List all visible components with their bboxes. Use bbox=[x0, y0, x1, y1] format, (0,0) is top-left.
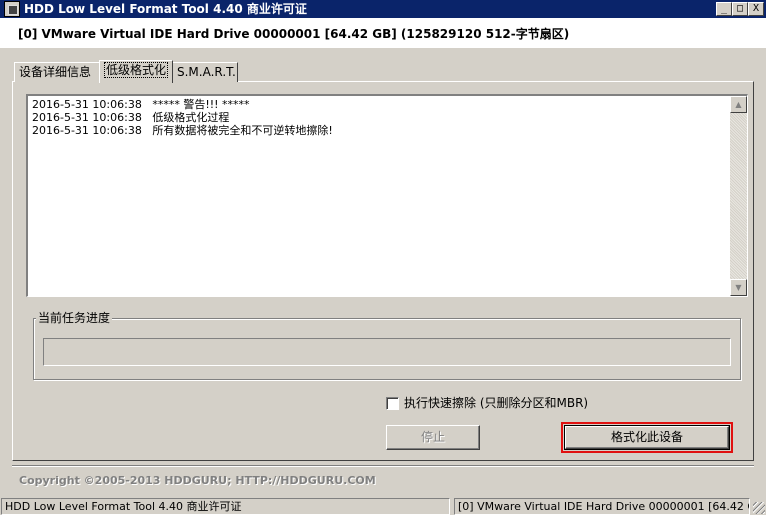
tab-low-level-format[interactable]: 低级格式化 bbox=[99, 60, 173, 83]
window-title: HDD Low Level Format Tool 4.40 商业许可证 bbox=[24, 2, 307, 16]
format-button-highlight: 格式化此设备 bbox=[561, 422, 733, 453]
tab-device-details[interactable]: 设备详细信息 bbox=[14, 62, 100, 82]
tab-label: S.M.A.R.T. bbox=[177, 65, 236, 79]
device-summary: [0] VMware Virtual IDE Hard Drive 000000… bbox=[18, 27, 570, 41]
app-icon[interactable] bbox=[4, 1, 20, 17]
progress-label: 当前任务进度 bbox=[36, 311, 113, 325]
tab-label: 低级格式化 bbox=[104, 62, 169, 78]
status-device-info: [0] VMware Virtual IDE Hard Drive 000000… bbox=[454, 498, 750, 515]
log-textbox[interactable]: 2016-5-31 10:06:38 ***** 警告!!! ***** 201… bbox=[26, 94, 748, 297]
log-line: 2016-5-31 10:06:38 ***** 警告!!! ***** bbox=[32, 98, 250, 111]
log-line: 2016-5-31 10:06:38 低级格式化过程 bbox=[32, 111, 230, 124]
quick-erase-label: 执行快速擦除 (只删除分区和MBR) bbox=[404, 396, 589, 410]
scroll-up-arrow-icon[interactable]: ▲ bbox=[730, 96, 747, 113]
title-bar[interactable]: HDD Low Level Format Tool 4.40 商业许可证 _ □… bbox=[0, 0, 766, 18]
tab-smart[interactable]: S.M.A.R.T. bbox=[172, 62, 238, 82]
footer-separator bbox=[12, 465, 754, 467]
stop-button[interactable]: 停止 bbox=[386, 425, 480, 450]
log-scrollbar[interactable]: ▲ ▼ bbox=[730, 96, 747, 296]
device-header: [0] VMware Virtual IDE Hard Drive 000000… bbox=[0, 18, 766, 48]
scroll-down-arrow-icon[interactable]: ▼ bbox=[730, 279, 747, 296]
tab-label: 设备详细信息 bbox=[19, 65, 92, 79]
log-lines: 2016-5-31 10:06:38 ***** 警告!!! ***** 201… bbox=[32, 98, 333, 137]
status-app-info: HDD Low Level Format Tool 4.40 商业许可证 bbox=[1, 498, 450, 515]
close-button[interactable]: X bbox=[748, 2, 764, 16]
log-line: 2016-5-31 10:06:38 所有数据将被完全和不可逆转地擦除! bbox=[32, 124, 333, 137]
quick-erase-checkbox[interactable] bbox=[386, 397, 399, 410]
minimize-button[interactable]: _ bbox=[716, 2, 732, 16]
maximize-button[interactable]: □ bbox=[732, 2, 748, 16]
resize-grip-icon[interactable] bbox=[753, 502, 765, 514]
status-bar: HDD Low Level Format Tool 4.40 商业许可证 [0]… bbox=[0, 497, 766, 515]
format-device-button[interactable]: 格式化此设备 bbox=[564, 425, 730, 450]
progress-bar bbox=[43, 338, 731, 366]
copyright-text: Copyright ©2005-2013 HDDGURU; HTTP://HDD… bbox=[19, 474, 376, 487]
